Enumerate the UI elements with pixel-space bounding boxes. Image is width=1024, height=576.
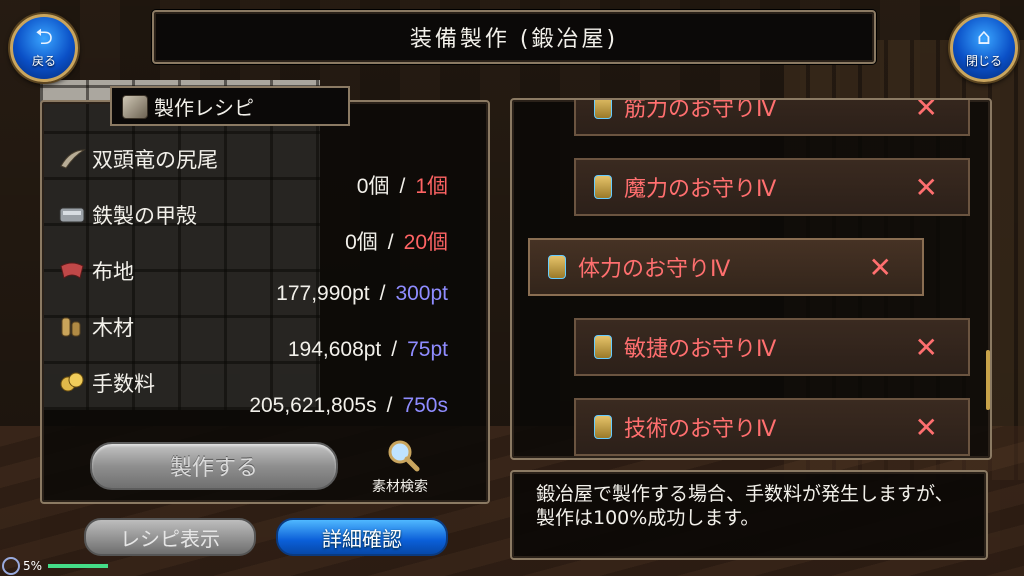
- cloth-icon: [60, 262, 84, 279]
- close-button[interactable]: ⌂ 閉じる: [950, 14, 1018, 82]
- list-item[interactable]: 魔力のお守りⅣ ✕: [574, 158, 970, 216]
- item-list-panel[interactable]: 筋力のお守りⅣ ✕ 魔力のお守りⅣ ✕ 体力のお守りⅣ ✕ 敏捷のお守りⅣ ✕ …: [510, 98, 992, 460]
- list-scrollbar[interactable]: [986, 350, 990, 410]
- progress-ring-icon: [2, 557, 20, 575]
- status-bar: [48, 564, 109, 568]
- item-name: 筋力のお守りⅣ: [624, 98, 777, 122]
- talisman-icon: [594, 100, 612, 119]
- unavailable-x-icon: ✕: [914, 410, 938, 444]
- item-name: 魔力のお守りⅣ: [624, 177, 777, 202]
- iron-shell-icon: [59, 207, 85, 223]
- talisman-icon: [594, 335, 612, 359]
- unavailable-x-icon: ✕: [914, 330, 938, 364]
- list-item[interactable]: 敏捷のお守りⅣ ✕: [574, 318, 970, 376]
- unavailable-x-icon: ✕: [914, 98, 938, 124]
- material-quantity: 0個/20個: [345, 231, 448, 254]
- description-box: 鍛冶屋で製作する場合、手数料が発生しますが、製作は100%成功します。: [510, 470, 988, 560]
- recipe-title: 製作レシピ: [154, 95, 254, 120]
- material-quantity: 177,990pt/300pt: [276, 282, 448, 305]
- return-arrow-icon: ⮌: [35, 25, 53, 50]
- page-title: 装備製作 (鍛冶屋): [152, 10, 876, 64]
- back-button-label: 戻る: [31, 54, 56, 68]
- wood-icon: [61, 317, 81, 337]
- material-quantity: 0個/1個: [356, 175, 448, 198]
- recipe-display-button[interactable]: レシピ表示: [84, 518, 256, 556]
- dragon-tail-icon: [60, 149, 86, 169]
- list-item[interactable]: 技術のお守りⅣ ✕: [574, 398, 970, 456]
- home-icon: ⌂: [977, 25, 991, 50]
- material-quantity: 205,621,805s/750s: [249, 394, 448, 417]
- magnifier-icon[interactable]: [386, 438, 420, 472]
- item-name: 体力のお守りⅣ: [578, 257, 731, 282]
- status-indicator: 5%: [0, 556, 109, 576]
- talisman-icon: [548, 255, 566, 279]
- material-name: 鉄製の甲殻: [92, 204, 197, 228]
- material-name: 布地: [92, 260, 134, 284]
- talisman-icon: [594, 175, 612, 199]
- talisman-icon: [594, 415, 612, 439]
- material-search-label[interactable]: 素材検索: [372, 476, 428, 496]
- unavailable-x-icon: ✕: [868, 250, 892, 284]
- description-text: 鍛冶屋で製作する場合、手数料が発生しますが、製作は100%成功します。: [536, 483, 954, 529]
- material-quantity: 194,608pt/75pt: [287, 338, 448, 361]
- back-button[interactable]: ⮌ 戻る: [10, 14, 78, 82]
- unavailable-x-icon: ✕: [914, 170, 938, 204]
- item-name: 敏捷のお守りⅣ: [624, 337, 777, 362]
- craft-button[interactable]: 製作する: [90, 442, 338, 490]
- close-button-label: 閉じる: [965, 54, 1002, 68]
- item-name: 技術のお守りⅣ: [624, 417, 777, 442]
- detail-check-button[interactable]: 詳細確認: [276, 518, 448, 556]
- anvil-icon: [122, 95, 148, 119]
- coins-icon: [60, 372, 84, 392]
- material-name: 双頭竜の尻尾: [92, 148, 218, 172]
- list-item-selected[interactable]: 体力のお守りⅣ ✕: [528, 238, 924, 296]
- recipe-header: 製作レシピ: [110, 86, 350, 126]
- list-item[interactable]: 筋力のお守りⅣ ✕: [574, 98, 970, 136]
- status-percent: 5%: [23, 559, 43, 573]
- material-name: 手数料: [92, 372, 155, 396]
- material-name: 木材: [92, 316, 134, 340]
